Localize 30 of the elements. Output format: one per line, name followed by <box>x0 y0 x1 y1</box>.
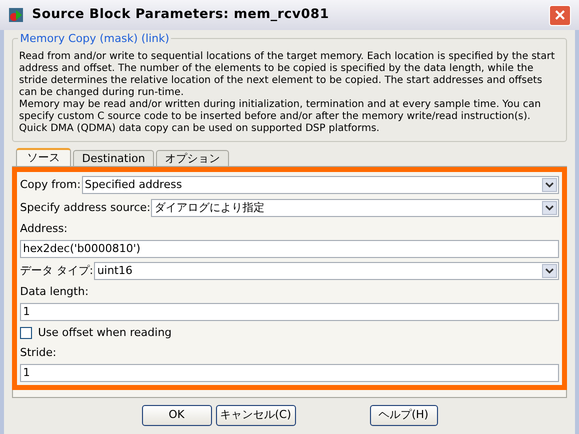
close-icon <box>555 10 565 20</box>
dropdown[interactable]: ダイアログにより指定 <box>151 199 559 217</box>
input-field[interactable]: 1 <box>20 302 559 321</box>
tab[interactable]: ソース <box>16 148 71 166</box>
dialog-button[interactable]: OK <box>142 404 212 426</box>
checkbox[interactable] <box>20 327 32 339</box>
field-label: Address: <box>20 221 69 237</box>
dropdown[interactable]: Specified address <box>82 176 559 194</box>
tab[interactable]: Destination <box>73 150 154 166</box>
field-label: データ タイプ: <box>20 262 94 279</box>
dropdown[interactable]: uint16 <box>94 262 559 280</box>
block-icon <box>8 7 24 23</box>
field-label: Data length: <box>20 284 90 300</box>
field-label: Copy from: <box>20 176 81 193</box>
close-button[interactable] <box>549 4 571 26</box>
chevron-icon <box>545 205 554 211</box>
chevron-icon <box>545 268 554 274</box>
group-title[interactable]: Memory Copy (mask) (link) <box>18 31 172 48</box>
dialog-button[interactable]: ヘルプ(H) <box>370 404 438 426</box>
dialog-button[interactable]: キャンセル(C) <box>216 404 296 426</box>
window-title: Source Block Parameters: mem_rcv081 <box>32 6 330 24</box>
chevron-icon <box>545 182 554 188</box>
field-label: Stride: <box>20 345 58 361</box>
description-text: Memory may be read and/or written during initialization, termination and at every sample time. You can specify custom C source code to be inserted before and/or after the memory write/read instruction(s). Quick DMA (QDMA) data copy can be used on supported DSP platforms. <box>19 99 542 135</box>
input-field[interactable]: 1 <box>20 364 559 382</box>
description-text: Read from and/or write to sequential locations of the target memory. Each location is specified by the start address and offset. The number of the elements to be copied is specified by the data length, while the stride determines the relative location of the next element to be copied. The start addresses and offsets can be changed during run-time. <box>19 51 556 99</box>
checkbox-label: Use offset when reading <box>38 324 172 341</box>
field-label: Specify address source: <box>20 200 150 216</box>
input-field[interactable]: hex2dec('b0000810') <box>20 240 559 258</box>
tab[interactable]: オプション <box>156 150 230 166</box>
